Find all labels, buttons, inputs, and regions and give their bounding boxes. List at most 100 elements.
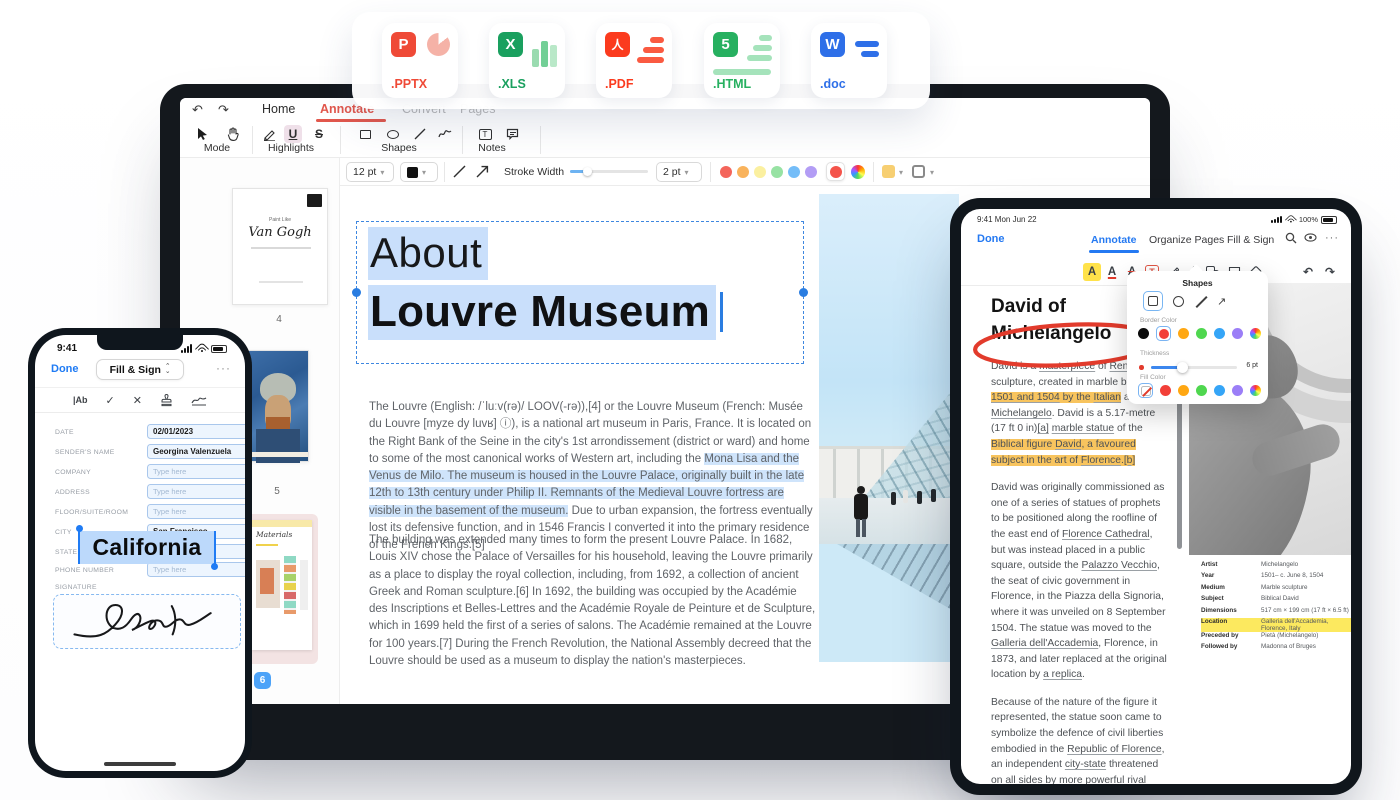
border-black[interactable] [1138, 328, 1149, 339]
line-shape-icon[interactable] [411, 125, 429, 143]
color-wheel-icon[interactable] [851, 165, 865, 179]
border-red-selected[interactable] [1156, 326, 1171, 341]
freehand-shape-icon[interactable] [436, 125, 454, 143]
fill-color-wheel[interactable] [1250, 385, 1261, 396]
highlight-text-tool[interactable]: A [1083, 263, 1101, 281]
palette-blue[interactable] [788, 166, 800, 178]
cross-tool[interactable]: ✕ [133, 394, 142, 407]
state-text-selection[interactable]: California [79, 531, 215, 564]
underline-tool-icon[interactable]: U [284, 125, 302, 143]
iphone-clock: 9:41 [57, 343, 77, 354]
strikethrough-tool-icon[interactable]: S [310, 125, 328, 143]
border-blue[interactable] [1214, 328, 1225, 339]
field-label-sender: SENDER'S NAME [55, 449, 115, 456]
redo-icon[interactable]: ↷ [1321, 263, 1339, 281]
border-color-swatch[interactable] [912, 165, 925, 178]
tab-annotate[interactable]: Annotate [1091, 234, 1137, 246]
palette-green[interactable] [771, 166, 783, 178]
fill-green[interactable] [1196, 385, 1207, 396]
fill-purple[interactable] [1232, 385, 1243, 396]
palette-purple[interactable] [805, 166, 817, 178]
arrow-shape-option[interactable]: ↗ [1217, 295, 1226, 308]
arrow-tool-icon[interactable] [475, 164, 490, 179]
ellipse-shape-icon[interactable] [384, 125, 402, 143]
format-card-doc[interactable]: W .doc [811, 23, 887, 98]
selection-grabber-right[interactable] [214, 531, 216, 564]
format-card-html[interactable]: 5 .HTML [704, 23, 780, 98]
highlighter-pencil-icon[interactable] [260, 125, 278, 143]
stamp-tool-icon[interactable] [160, 394, 173, 407]
square-shape-option-selected[interactable] [1143, 291, 1163, 311]
palette-yellow[interactable] [754, 166, 766, 178]
redo-icon[interactable]: ↷ [218, 102, 229, 118]
fill-color-swatch[interactable] [882, 165, 895, 178]
sender-name-input[interactable]: Georgina Valenzuela [147, 444, 245, 459]
selection-handle-right[interactable] [799, 288, 808, 297]
stroke-width-slider[interactable] [570, 170, 648, 173]
chevron-updown-icon: ⌃⌄ [165, 365, 170, 373]
rectangle-shape-icon[interactable] [356, 125, 374, 143]
infobox-row: Year1501– c. June 8, 1504 [1201, 572, 1351, 583]
battery-icon [1321, 216, 1337, 224]
thickness-slider[interactable] [1151, 366, 1237, 369]
date-input[interactable]: 02/01/2023 [147, 424, 245, 439]
stroke-width-dropdown[interactable]: 2 pt▾ [656, 162, 702, 182]
textbox-note-icon[interactable]: T [476, 125, 494, 143]
selected-color-chip[interactable] [826, 162, 845, 181]
text-field-tool[interactable]: |Ab [73, 395, 88, 405]
thumbnail-page-5[interactable] [245, 350, 309, 462]
underline-text-tool[interactable]: A [1103, 263, 1121, 281]
undo-icon[interactable]: ↶ [1299, 263, 1317, 281]
border-green[interactable] [1196, 328, 1207, 339]
border-chevron-icon[interactable]: ▾ [930, 168, 934, 177]
more-options-button[interactable]: ··· [216, 361, 231, 375]
done-button[interactable]: Done [977, 233, 1005, 245]
format-card-pptx[interactable]: P .PPTX [382, 23, 458, 98]
more-options-button[interactable]: ··· [1325, 232, 1339, 244]
materials-title: Materials [256, 530, 292, 539]
selection-grabber-left[interactable] [78, 531, 80, 564]
fill-chevron-icon[interactable]: ▾ [899, 168, 903, 177]
tab-organize-pages[interactable]: Organize Pages [1149, 234, 1224, 246]
selection-handle-left[interactable] [352, 288, 361, 297]
signature-field[interactable] [53, 594, 241, 649]
line-tool-icon[interactable] [452, 164, 467, 179]
fill-blue[interactable] [1214, 385, 1225, 396]
font-size-dropdown[interactable]: 12 pt▾ [346, 162, 394, 182]
tab-home[interactable]: Home [262, 102, 295, 116]
article-paragraph-2: David was originally commissioned as one… [991, 480, 1169, 683]
fill-none-selected[interactable] [1138, 383, 1153, 398]
format-card-xls[interactable]: X .XLS [489, 23, 565, 98]
comment-note-icon[interactable] [503, 125, 521, 143]
fill-red[interactable] [1160, 385, 1171, 396]
border-purple[interactable] [1232, 328, 1243, 339]
toolbar-divider [462, 126, 463, 154]
fill-orange[interactable] [1178, 385, 1189, 396]
format-card-pdf[interactable]: 人 .PDF [596, 23, 672, 98]
phone-number-input[interactable]: Type here [147, 562, 245, 577]
hand-tool-icon[interactable] [224, 125, 242, 143]
address-input[interactable]: Type here [147, 484, 245, 499]
search-icon[interactable] [1285, 232, 1297, 244]
company-input[interactable]: Type here [147, 464, 245, 479]
thumbnail-page-4[interactable]: Paint Like Van Gogh [232, 188, 328, 305]
signature-tool-icon[interactable] [191, 394, 207, 406]
line-shape-option[interactable] [1194, 295, 1207, 308]
border-color-wheel[interactable] [1250, 328, 1261, 339]
undo-icon[interactable]: ↶ [192, 102, 203, 118]
fill-and-sign-mode-button[interactable]: Fill & Sign ⌃⌄ [96, 359, 184, 380]
cursor-tool-icon[interactable] [194, 125, 212, 143]
text-color-dropdown[interactable]: ▾ [400, 162, 438, 182]
circle-shape-option[interactable] [1173, 296, 1184, 307]
thumbnail-page-6-selected[interactable]: Materials 6 [246, 514, 318, 664]
done-button[interactable]: Done [51, 363, 79, 375]
palette-red[interactable] [720, 166, 732, 178]
view-settings-icon[interactable] [1304, 232, 1317, 243]
iphone-screen: 9:41 Done Fill & Sign ⌃⌄ ··· |Ab ✓ ✕ [35, 335, 245, 771]
floor-suite-room-input[interactable]: Type here [147, 504, 245, 519]
water-reflection [819, 544, 959, 662]
palette-orange[interactable] [737, 166, 749, 178]
checkmark-tool[interactable]: ✓ [106, 394, 115, 407]
tab-fill-sign[interactable]: Fill & Sign [1227, 234, 1274, 246]
border-orange[interactable] [1178, 328, 1189, 339]
